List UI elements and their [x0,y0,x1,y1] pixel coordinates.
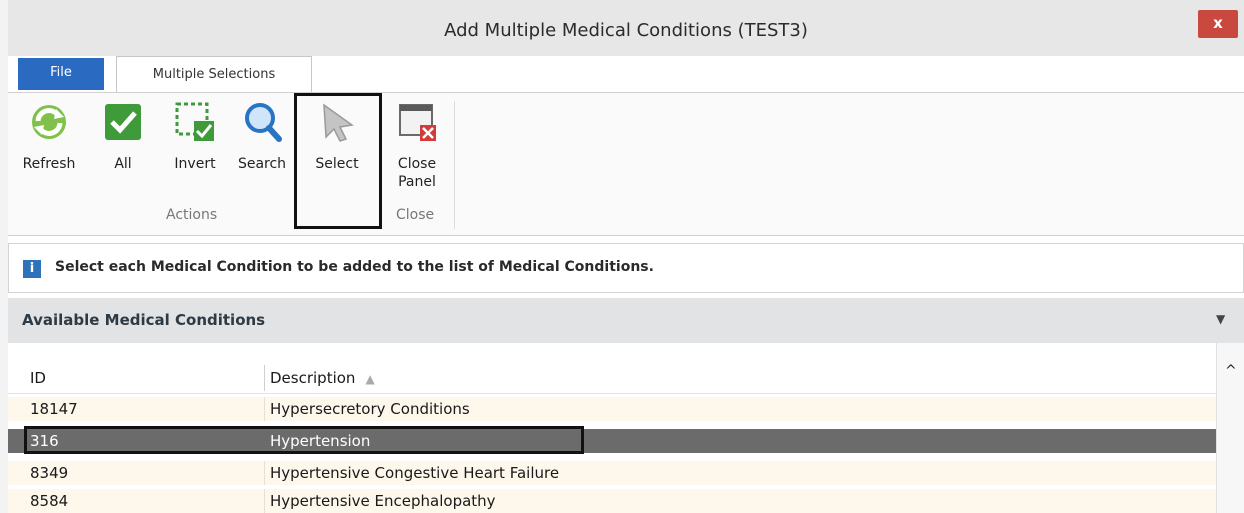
row-description: Hypertensive Encephalopathy [270,492,496,510]
close-panel-label-line1: Close [397,156,437,172]
column-header-description[interactable]: Description ▲ [270,369,375,387]
tab-multiple-selections[interactable]: Multiple Selections [116,56,312,93]
refresh-icon [32,105,66,139]
highlight-select-button [294,93,382,229]
description-header-label: Description [270,369,356,387]
invert-label: Invert [174,156,216,172]
sort-ascending-icon: ▲ [365,372,375,386]
window-title: Add Multiple Medical Conditions (TEST3) [444,20,808,41]
info-message: Select each Medical Condition to be adde… [55,259,654,275]
refresh-label: Refresh [22,156,76,172]
select-all-button[interactable]: All [100,99,146,173]
close-panel-icon [399,104,436,141]
refresh-button[interactable]: Refresh [18,99,80,173]
all-label: All [114,156,132,172]
ribbon-group-divider [454,101,455,229]
highlight-selected-row [24,426,584,454]
invert-button[interactable]: Invert [164,99,226,173]
table-row[interactable]: 8584 Hypertensive Encephalopathy [8,489,1216,513]
row-id: 8584 [30,492,69,510]
cell-divider [264,397,265,421]
collapse-chevron-icon[interactable]: ▼ [1216,312,1225,326]
info-bar: i Select each Medical Condition to be ad… [8,243,1244,293]
scroll-up-arrow-icon[interactable]: ^ [1225,363,1237,379]
close-panel-button[interactable]: Close Panel [384,99,450,191]
dialog-window: Add Multiple Medical Conditions (TEST3) … [8,0,1244,513]
grid-header: ID Description ▲ [8,363,1216,394]
search-label: Search [237,156,287,172]
section-title: Available Medical Conditions [22,311,266,329]
available-conditions-header[interactable]: Available Medical Conditions ▼ [8,298,1244,343]
invert-selection-icon [175,102,214,141]
row-description: Hypertensive Congestive Heart Failure [270,464,560,482]
tab-file[interactable]: File [18,58,104,90]
column-divider[interactable] [264,365,265,391]
table-row[interactable]: 8349 Hypertensive Congestive Heart Failu… [8,461,1216,485]
info-icon: i [23,260,41,278]
title-bar: Add Multiple Medical Conditions (TEST3) … [8,0,1244,56]
row-description: Hypersecretory Conditions [270,400,470,418]
window-left-edge [0,0,8,513]
search-button[interactable]: Search [232,99,292,173]
close-window-button[interactable]: x [1198,10,1238,38]
row-id: 8349 [30,464,69,482]
column-header-id[interactable]: ID [30,369,46,387]
group-label-actions: Actions [166,207,218,223]
row-id: 18147 [30,400,78,418]
cell-divider [264,489,265,513]
cell-divider [264,461,265,485]
table-row[interactable]: 18147 Hypersecretory Conditions [8,397,1216,421]
group-label-close: Close [396,207,435,223]
checkbox-checked-icon [105,104,141,140]
ribbon: Refresh All Invert Search Select Close P… [8,92,1244,236]
close-panel-label-line2: Panel [398,174,436,190]
vertical-scrollbar[interactable]: ^ [1216,343,1244,513]
search-icon [245,103,282,142]
